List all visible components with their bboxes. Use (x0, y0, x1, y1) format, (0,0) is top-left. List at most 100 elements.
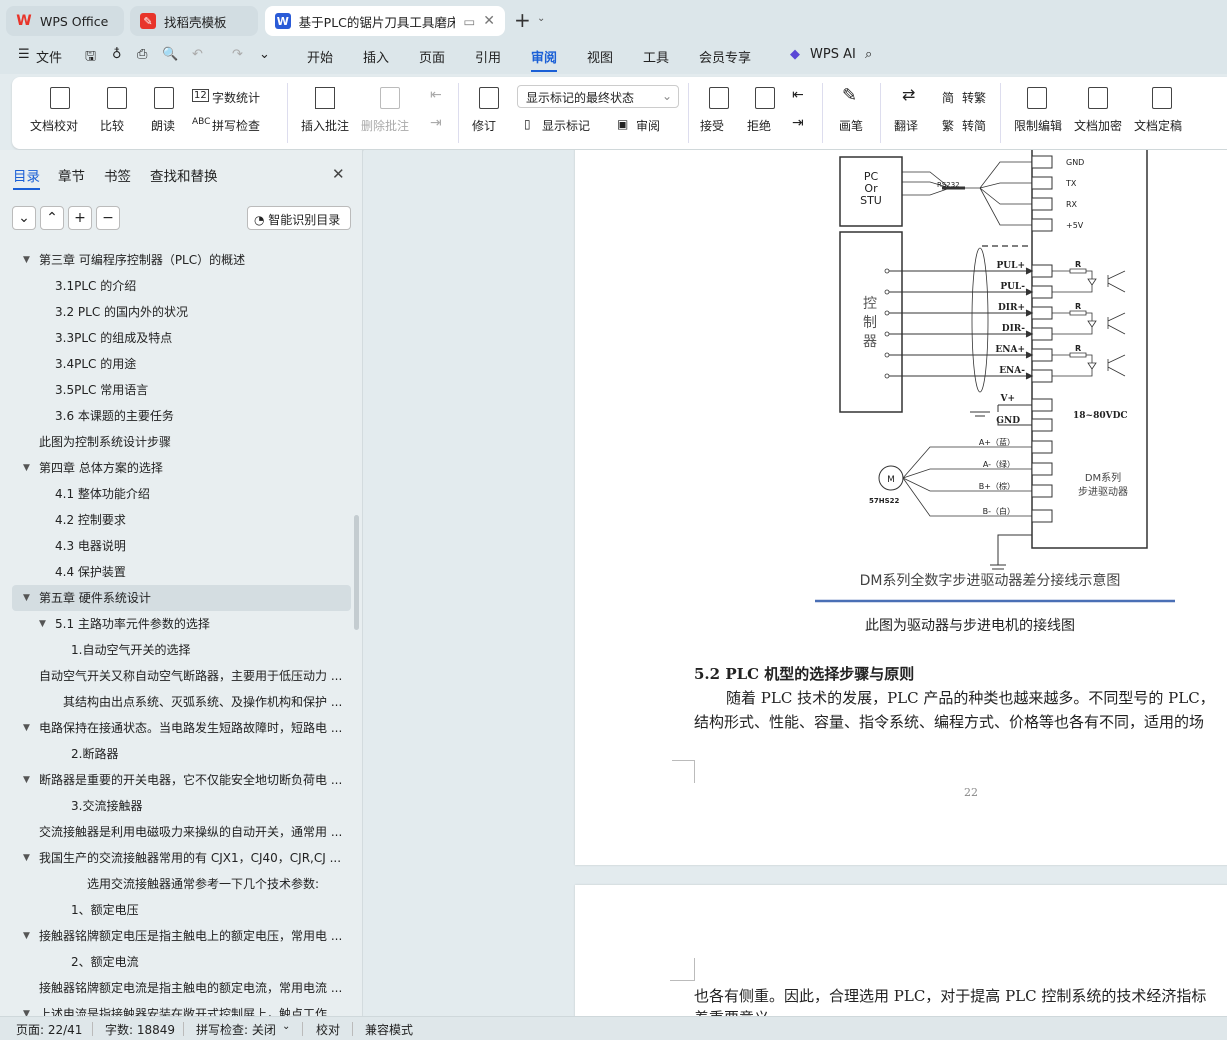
toc-item[interactable]: 4.1 整体功能介绍 (0, 481, 356, 507)
toc-item[interactable]: 3.交流接触器 (0, 793, 356, 819)
toc-item[interactable]: ▼ 第五章 硬件系统设计 (12, 585, 351, 611)
hamburger-icon[interactable]: ☰ (18, 47, 30, 62)
page-indicator[interactable]: 页面: 22/41 (16, 1021, 82, 1038)
markup-state-select[interactable]: 显示标记的最终状态 ⌄ (517, 85, 679, 108)
to-simplified-button[interactable]: 转简 (962, 117, 986, 134)
toc-item[interactable]: ▼ 我国生产的交流接触器常用的有 CJX1，CJ40，CJR,CJ ... (0, 845, 356, 871)
toc-item[interactable]: ▼ 第四章 总体方案的选择 (0, 455, 356, 481)
word-count[interactable]: 字数: 18849 (105, 1021, 175, 1038)
to-traditional-button[interactable]: 转繁 (962, 89, 986, 106)
accept-button[interactable]: 接受 (700, 117, 724, 134)
toc-item[interactable]: 3.4PLC 的用途 (0, 351, 356, 377)
share-icon[interactable]: ♁ (112, 47, 122, 62)
translate-button[interactable]: 翻译 (894, 117, 918, 134)
sidebar-scrollbar[interactable] (354, 515, 359, 630)
read-aloud-button[interactable]: 朗读 (151, 117, 175, 134)
finalize-button[interactable]: 文档定稿 (1134, 117, 1182, 134)
print-preview-icon[interactable]: 🔍 (162, 47, 178, 62)
revise-button[interactable]: 修订 (472, 117, 496, 134)
expand-arrow-icon[interactable]: ▼ (39, 611, 46, 637)
close-tab-icon[interactable]: ✕ (483, 13, 495, 29)
menu-wps-ai[interactable]: WPS AI (810, 47, 856, 62)
reject-button[interactable]: 拒绝 (747, 117, 771, 134)
toc-item[interactable]: 3.2 PLC 的国内外的状况 (0, 299, 356, 325)
toc-item[interactable]: 此图为控制系统设计步骤 (0, 429, 356, 455)
print-icon[interactable]: ⎙ (137, 47, 147, 62)
toc-item[interactable]: ▼ 接触器铭牌额定电压是指主触电上的额定电压，常用电 ... (0, 923, 356, 949)
menu-review[interactable]: 审阅 (531, 47, 558, 72)
encrypt-button[interactable]: 文档加密 (1074, 117, 1122, 134)
prev-comment-icon[interactable]: ⇤ (430, 87, 442, 103)
redo-icon[interactable]: ↷ (232, 47, 243, 62)
next-comment-icon[interactable]: ⇥ (430, 115, 442, 131)
monitor-icon[interactable]: ▭ (463, 14, 475, 29)
toc-item[interactable]: 1、额定电压 (0, 897, 356, 923)
search-icon[interactable]: ⌕ (865, 47, 872, 62)
toc-item[interactable]: 2、额定电流 (0, 949, 356, 975)
toc-item[interactable]: 1.自动空气开关的选择 (0, 637, 356, 663)
menu-reference[interactable]: 引用 (475, 47, 501, 66)
proofread-status[interactable]: 校对 (316, 1021, 340, 1038)
prev-change-icon[interactable]: ⇤ (792, 87, 804, 103)
delete-comment-button[interactable]: 删除批注 (361, 117, 409, 134)
compare-button[interactable]: 比较 (100, 117, 124, 134)
expand-arrow-icon[interactable]: ▼ (23, 455, 30, 481)
toc-item[interactable]: 3.5PLC 常用语言 (0, 377, 356, 403)
tab-wps-office[interactable]: W WPS Office (6, 6, 124, 36)
toc-item[interactable]: ▼ 5.1 主路功率元件参数的选择 (0, 611, 356, 637)
more-chevron-icon[interactable]: ⌄ (259, 47, 270, 62)
menu-page[interactable]: 页面 (419, 47, 445, 66)
menu-file[interactable]: 文件 (36, 47, 62, 66)
remove-heading-button[interactable]: − (96, 206, 120, 230)
menu-view[interactable]: 视图 (587, 47, 613, 66)
toc-item[interactable]: 2.断路器 (0, 741, 356, 767)
expand-arrow-icon[interactable]: ▼ (23, 247, 30, 273)
add-heading-button[interactable]: + (68, 206, 92, 230)
toc-item[interactable]: 4.3 电器说明 (0, 533, 356, 559)
menu-start[interactable]: 开始 (307, 47, 333, 66)
show-markup-button[interactable]: 显示标记 (542, 117, 590, 134)
expand-arrow-icon[interactable]: ▼ (23, 923, 30, 949)
tab-chapters[interactable]: 章节 (58, 165, 85, 185)
menu-insert[interactable]: 插入 (363, 47, 389, 66)
expand-arrow-icon[interactable]: ▼ (23, 585, 30, 611)
expand-down-button[interactable]: ⌄ (12, 206, 36, 230)
menu-member[interactable]: 会员专享 (699, 47, 751, 66)
new-tab-plus-icon[interactable]: + (514, 8, 531, 32)
tab-list-chevron-icon[interactable]: ⌄ (537, 13, 545, 24)
expand-arrow-icon[interactable]: ▼ (23, 845, 30, 871)
close-pane-icon[interactable]: ✕ (332, 165, 345, 183)
menu-tools[interactable]: 工具 (643, 47, 669, 66)
toc-item[interactable]: 交流接触器是利用电磁吸力来操纵的自动开关，通常用 ... (0, 819, 356, 845)
expand-arrow-icon[interactable]: ▼ (23, 767, 30, 793)
word-count-button[interactable]: 字数统计 (212, 89, 260, 106)
tab-find-replace[interactable]: 查找和替换 (150, 165, 218, 185)
undo-icon[interactable]: ↶ (192, 47, 203, 62)
tab-toc[interactable]: 目录 (13, 165, 40, 190)
expand-arrow-icon[interactable]: ▼ (23, 715, 30, 741)
tab-templates[interactable]: ✎ 找稻壳模板 (130, 6, 258, 36)
save-icon[interactable]: 🖫 (85, 47, 96, 69)
toc-item[interactable]: ▼ 电路保持在接通状态。当电路发生短路故障时，短路电 ... (0, 715, 356, 741)
toc-item[interactable]: 接触器铭牌额定电流是指主触电的额定电流，常用电流 ... (0, 975, 356, 1001)
spell-chevron-icon[interactable]: ⌄ (282, 1021, 290, 1032)
toc-item[interactable]: 4.2 控制要求 (0, 507, 356, 533)
spell-check-button[interactable]: 拼写检查 (212, 117, 260, 134)
toc-item[interactable]: ▼ 第三章 可编程序控制器（PLC）的概述 (0, 247, 356, 273)
smart-toc-button[interactable]: ◔ 智能识别目录 (247, 206, 351, 230)
toc-item[interactable]: ▼ 断路器是重要的开关电器，它不仅能安全地切断负荷电 ... (0, 767, 356, 793)
toc-item[interactable]: 其结构由出点系统、灭弧系统、及操作机构和保护 ... (0, 689, 356, 715)
toc-item[interactable]: 4.4 保护装置 (0, 559, 356, 585)
toc-item[interactable]: 3.1PLC 的介绍 (0, 273, 356, 299)
next-change-icon[interactable]: ⇥ (792, 115, 804, 131)
toc-item[interactable]: 自动空气开关又称自动空气断路器，主要用于低压动力 ... (0, 663, 356, 689)
toc-item[interactable]: 3.6 本课题的主要任务 (0, 403, 356, 429)
spell-check-status[interactable]: 拼写检查: 关闭 (196, 1021, 276, 1038)
tab-document[interactable]: W 基于PLC的锯片刀具工具磨床控 ▭ ✕ (265, 6, 505, 36)
toc-item[interactable]: 3.3PLC 的组成及特点 (0, 325, 356, 351)
collapse-up-button[interactable]: ⌃ (40, 206, 64, 230)
pen-button[interactable]: 画笔 (839, 117, 863, 134)
proofread-button[interactable]: 文档校对 (30, 117, 78, 134)
tab-bookmarks[interactable]: 书签 (104, 165, 131, 185)
toc-item[interactable]: 选用交流接触器通常参考一下几个技术参数: (0, 871, 356, 897)
